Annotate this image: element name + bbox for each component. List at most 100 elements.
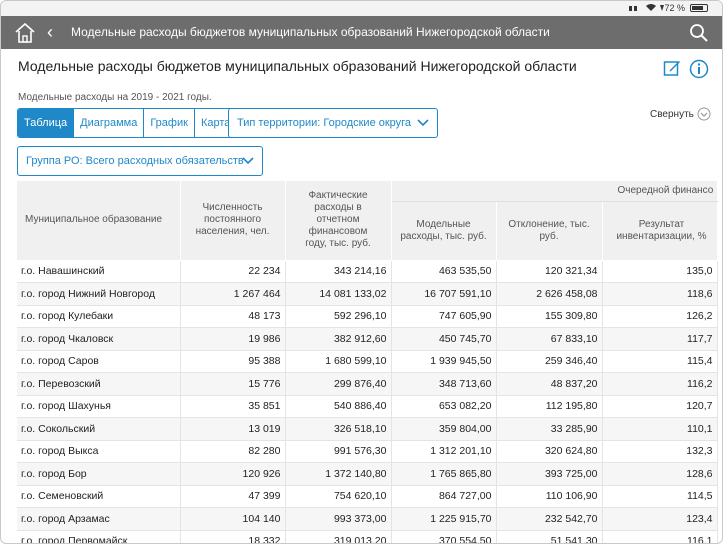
cell-value: 1 765 865,80 <box>391 462 497 486</box>
cell-value: 540 886,40 <box>285 395 392 418</box>
group-select[interactable]: Группа РО: Всего расходных обязательств <box>17 146 263 176</box>
cell-value: 1 372 140,80 <box>285 462 392 486</box>
cell-value: 348 713,60 <box>391 372 497 396</box>
cell-value: 592 296,10 <box>285 305 392 328</box>
table-row[interactable]: г.о. город Саров 95 388 1 680 599,10 1 939 … <box>17 350 718 373</box>
info-icon[interactable] <box>689 59 709 79</box>
cell-value: 14 081 133,02 <box>285 282 392 306</box>
cell-value: 128,6 <box>602 462 718 486</box>
search-icon[interactable] <box>689 23 709 43</box>
status-bar: 72 % <box>1 1 722 16</box>
table-row[interactable]: г.о. город Выкса 82 280 991 576,30 1 312 20… <box>17 440 718 463</box>
table-row[interactable]: г.о. город Шахунья 35 851 540 886,40 653 08… <box>17 395 718 418</box>
cell-value: 120,7 <box>602 395 718 418</box>
app-frame: 72 % ‹ Модельные расходы бюджетов муници… <box>0 0 723 544</box>
group-value: Группа РО: Всего расходных обязательств <box>26 155 244 167</box>
cell-value: 117,7 <box>602 327 718 351</box>
header-municipality[interactable]: Муниципальное образование <box>17 181 181 261</box>
territory-type-select[interactable]: Тип территории: Городские округа <box>228 108 438 138</box>
cell-municipality: г.о. город Первомайск <box>17 530 181 543</box>
cell-municipality: г.о. город Бор <box>17 462 181 486</box>
cell-value: 67 833,10 <box>496 327 603 351</box>
cell-value: 104 140 <box>180 507 286 531</box>
table-row[interactable]: г.о. Сокольский 13 019 326 518,10 359 804,0… <box>17 417 718 441</box>
table-row[interactable]: г.о. Семеновский 47 399 754 620,10 864 727,… <box>17 485 718 508</box>
cell-value: 359 804,00 <box>391 417 497 441</box>
header-population[interactable]: Численность постоянного населения, чел. <box>180 181 286 261</box>
status-icons <box>629 3 669 15</box>
cell-value: 1 267 464 <box>180 282 286 306</box>
cell-value: 1 225 915,70 <box>391 507 497 531</box>
cell-value: 2 626 458,08 <box>496 282 603 306</box>
back-icon[interactable]: ‹ <box>47 23 61 43</box>
data-table-container[interactable]: Муниципальное образование Численность по… <box>17 181 722 543</box>
cell-value: 16 707 591,10 <box>391 282 497 306</box>
tab-diagram[interactable]: Диаграмма <box>74 109 145 137</box>
header-actual-expenses[interactable]: Фактические расходы в отчетном финансово… <box>285 181 392 261</box>
cell-value: 120 321,34 <box>496 260 603 283</box>
cell-municipality: г.о. Навашинский <box>17 260 181 283</box>
cell-value: 33 285,90 <box>496 417 603 441</box>
home-icon[interactable] <box>13 21 37 45</box>
nav-title: Модельные расходы бюджетов муниципальных… <box>71 25 550 39</box>
cell-value: 320 624,80 <box>496 440 603 463</box>
chevron-down-icon <box>417 119 429 127</box>
cell-value: 993 373,00 <box>285 507 392 531</box>
cell-value: 754 620,10 <box>285 485 392 508</box>
collapse-button[interactable]: Свернуть <box>650 107 711 121</box>
table-row[interactable]: г.о. город Арзамас 104 140 993 373,00 1 225… <box>17 507 718 531</box>
cell-value: 120 926 <box>180 462 286 486</box>
cell-municipality: г.о. город Чкаловск <box>17 327 181 351</box>
cell-value: 18 332 <box>180 530 286 543</box>
cell-value: 115,4 <box>602 350 718 373</box>
tab-table[interactable]: Таблица <box>18 109 75 137</box>
cell-value: 114,5 <box>602 485 718 508</box>
table-row[interactable]: г.о. город Бор 120 926 1 372 140,80 1 765 8… <box>17 462 718 486</box>
cell-municipality: г.о. город Кулебаки <box>17 305 181 328</box>
cell-value: 110 106,90 <box>496 485 603 508</box>
cell-municipality: г.о. город Выкса <box>17 440 181 463</box>
battery-percent: 72 % <box>664 3 685 13</box>
header-next-financial-year: Очередной финансо <box>391 181 718 202</box>
cell-value: 15 776 <box>180 372 286 396</box>
cell-value: 118,6 <box>602 282 718 306</box>
cell-value: 382 912,60 <box>285 327 392 351</box>
table-row[interactable]: г.о. Навашинский 22 234 343 214,16 463 535,… <box>17 260 718 283</box>
header-model-expenses[interactable]: Модельные расходы, тыс. руб. <box>391 201 497 261</box>
header-deviation[interactable]: Отклонение, тыс. руб. <box>496 201 603 261</box>
cell-value: 653 082,20 <box>391 395 497 418</box>
cell-value: 1 680 599,10 <box>285 350 392 373</box>
cell-value: 299 876,40 <box>285 372 392 396</box>
cell-value: 35 851 <box>180 395 286 418</box>
cell-municipality: г.о. город Нижний Новгород <box>17 282 181 306</box>
page-subtitle: Модельные расходы на 2019 - 2021 годы. <box>18 92 212 103</box>
cell-municipality: г.о. Перевозский <box>17 372 181 396</box>
cell-value: 393 725,00 <box>496 462 603 486</box>
view-tabs: Таблица Диаграмма График Карта <box>17 108 238 138</box>
cell-value: 112 195,80 <box>496 395 603 418</box>
cell-value: 48 837,20 <box>496 372 603 396</box>
cell-value: 326 518,10 <box>285 417 392 441</box>
edit-icon[interactable] <box>663 59 681 77</box>
table-row[interactable]: г.о. Перевозский 15 776 299 876,40 348 713,… <box>17 372 718 396</box>
cell-municipality: г.о. город Арзамас <box>17 507 181 531</box>
cell-value: 864 727,00 <box>391 485 497 508</box>
cell-value: 123,4 <box>602 507 718 531</box>
page-title: Модельные расходы бюджетов муниципальных… <box>18 58 577 74</box>
status-battery: 72 % <box>664 3 708 13</box>
cell-value: 991 576,30 <box>285 440 392 463</box>
cell-value: 110,1 <box>602 417 718 441</box>
table-row[interactable]: г.о. город Нижний Новгород 1 267 464 14 08… <box>17 282 718 306</box>
cell-value: 747 605,90 <box>391 305 497 328</box>
cell-value: 450 745,70 <box>391 327 497 351</box>
tab-graph[interactable]: График <box>144 109 195 137</box>
table-row[interactable]: г.о. город Чкаловск 19 986 382 912,60 450 7… <box>17 327 718 351</box>
cell-value: 47 399 <box>180 485 286 508</box>
table-row[interactable]: г.о. город Кулебаки 48 173 592 296,10 747 6… <box>17 305 718 328</box>
header-inventory-result[interactable]: Результат инвентаризации, % <box>602 201 718 261</box>
cell-value: 232 542,70 <box>496 507 603 531</box>
cell-value: 1 939 945,50 <box>391 350 497 373</box>
table-row[interactable]: г.о. город Первомайск 18 332 319 013,20 370… <box>17 530 718 543</box>
collapse-label: Свернуть <box>650 108 694 120</box>
cell-municipality: г.о. Сокольский <box>17 417 181 441</box>
